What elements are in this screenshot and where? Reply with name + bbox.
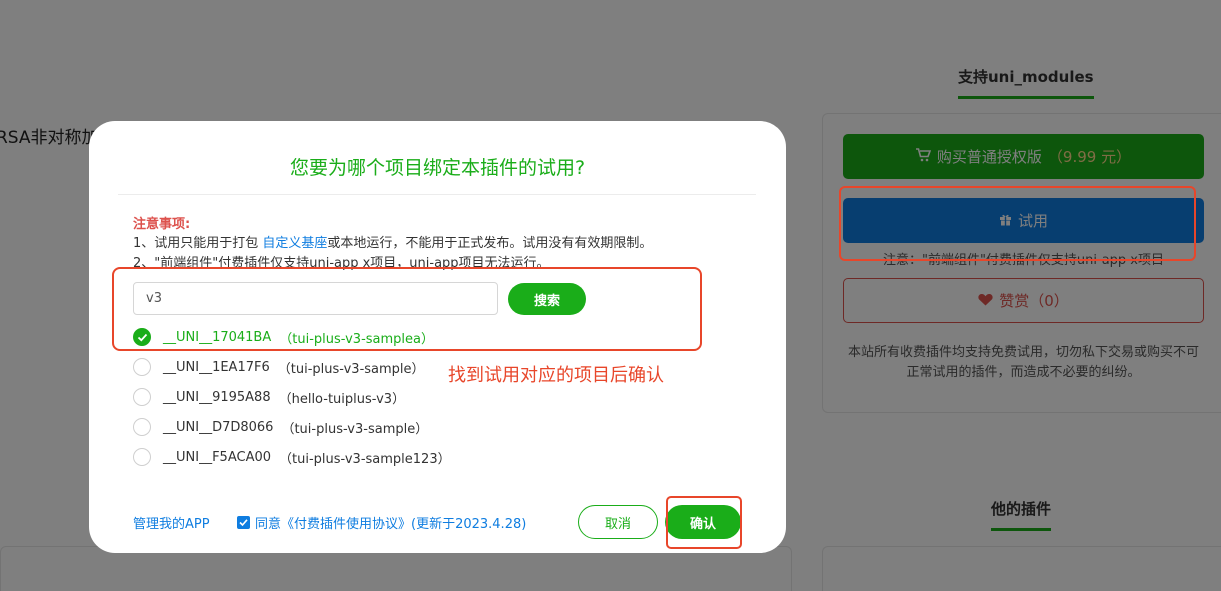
project-id: __UNI__F5ACA00 — [163, 449, 271, 465]
checkbox-checked-icon[interactable] — [237, 516, 250, 529]
project-id: __UNI__1EA17F6 — [163, 359, 270, 375]
custom-base-link[interactable]: 自定义基座 — [262, 236, 327, 251]
project-item[interactable]: __UNI__D7D8066 （tui-plus-v3-sample） — [133, 412, 451, 442]
radio-icon[interactable] — [133, 418, 151, 436]
cancel-button[interactable]: 取消 — [578, 505, 658, 539]
project-name: （tui-plus-v3-sample123） — [279, 451, 451, 467]
project-id: __UNI__D7D8066 — [163, 419, 274, 435]
radio-icon[interactable] — [133, 388, 151, 406]
agreement-label[interactable]: 同意《付费插件使用协议》(更新于2023.4.28) — [255, 513, 526, 532]
bind-project-dialog: 您要为哪个项目绑定本插件的试用? 注意事项: 1、试用只能用于打包 自定义基座或… — [89, 121, 786, 553]
notice-1-suffix: 或本地运行，不能用于正式发布。试用没有有效期限制。 — [327, 236, 653, 251]
project-id: __UNI__9195A88 — [163, 389, 271, 405]
notice-title: 注意事项: — [133, 217, 191, 232]
notice-1-prefix: 1、试用只能用于打包 — [133, 236, 263, 251]
notice-line-2: 2、"前端组件"付费插件仅支持uni-app x项目，uni-app项目无法运行… — [133, 256, 550, 271]
project-search-input[interactable] — [133, 282, 498, 315]
search-button[interactable]: 搜索 — [508, 283, 586, 315]
project-list: __UNI__17041BA （tui-plus-v3-samplea） __UN… — [133, 322, 451, 472]
radio-icon[interactable] — [133, 448, 151, 466]
confirm-button[interactable]: 确认 — [665, 505, 741, 539]
project-name: （tui-plus-v3-sample） — [277, 361, 425, 377]
radio-icon[interactable] — [133, 358, 151, 376]
project-item[interactable]: __UNI__1EA17F6 （tui-plus-v3-sample） — [133, 352, 451, 382]
project-name: （hello-tuiplus-v3） — [278, 391, 406, 407]
project-item[interactable]: __UNI__F5ACA00 （tui-plus-v3-sample123） — [133, 442, 451, 472]
agreement-checkbox-row[interactable]: 同意《付费插件使用协议》(更新于2023.4.28) — [237, 513, 526, 532]
annotation-hint: 找到试用对应的项目后确认 — [448, 365, 664, 386]
project-name: （tui-plus-v3-sample） — [281, 421, 429, 437]
manage-apps-link[interactable]: 管理我的APP — [133, 513, 210, 532]
project-item[interactable]: __UNI__9195A88 （hello-tuiplus-v3） — [133, 382, 451, 412]
radio-checked-icon[interactable] — [133, 328, 151, 346]
project-item[interactable]: __UNI__17041BA （tui-plus-v3-samplea） — [133, 322, 451, 352]
project-id: __UNI__17041BA — [163, 329, 272, 345]
annotation-box-trial — [839, 186, 1196, 261]
project-name: （tui-plus-v3-samplea） — [279, 331, 434, 347]
notice-line-1: 1、试用只能用于打包 自定义基座或本地运行，不能用于正式发布。试用没有有效期限制… — [133, 232, 652, 251]
dialog-title: 您要为哪个项目绑定本插件的试用? — [289, 157, 586, 179]
divider — [118, 194, 756, 195]
